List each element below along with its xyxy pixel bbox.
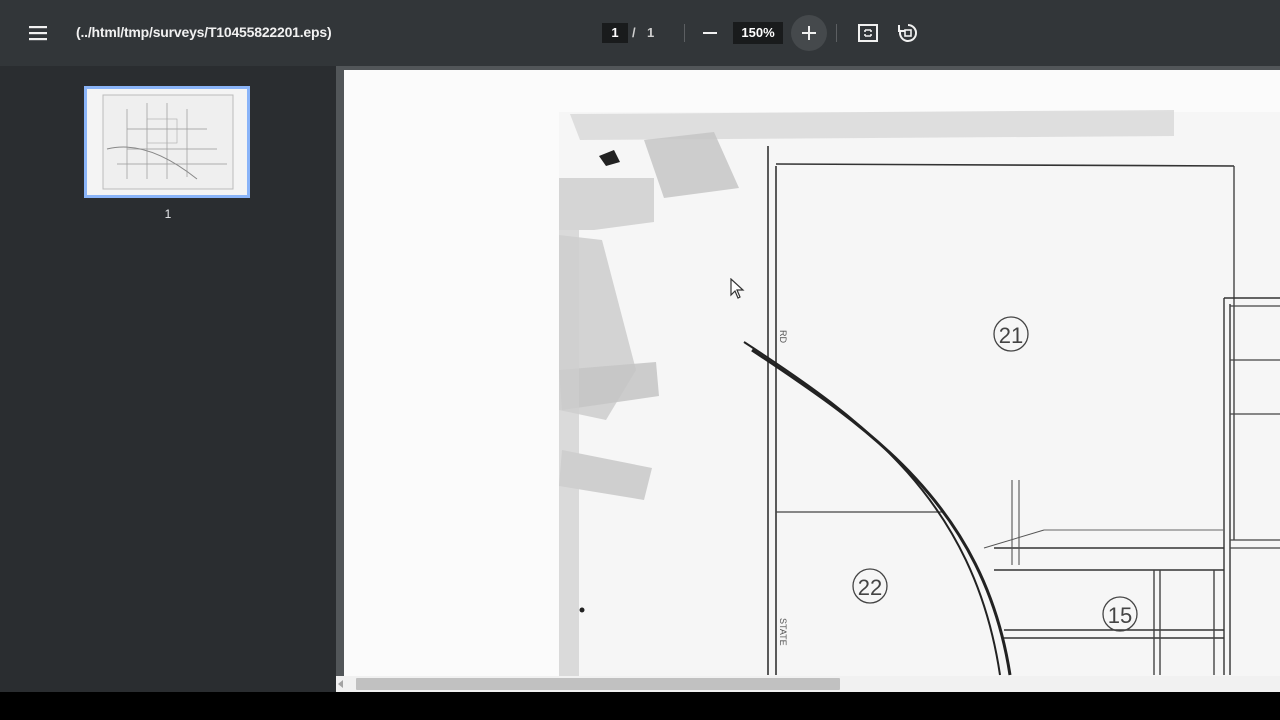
road-label: RD xyxy=(778,330,788,343)
zoom-level-input[interactable]: 150% xyxy=(733,22,783,44)
zoom-in-button[interactable] xyxy=(791,15,827,51)
menu-icon[interactable] xyxy=(26,21,50,45)
scroll-left-icon[interactable] xyxy=(338,680,343,688)
document-title: (../html/tmp/surveys/T10455822201.eps) xyxy=(76,24,332,40)
survey-map-image: 21 22 15 RD STATE xyxy=(559,110,1280,680)
road-label: STATE xyxy=(778,618,788,646)
thumbnail-image xyxy=(87,89,247,195)
plus-icon xyxy=(802,26,816,40)
rotate-icon xyxy=(898,24,917,42)
fit-page-icon xyxy=(858,24,878,42)
rotate-button[interactable] xyxy=(896,21,920,45)
section-label: 22 xyxy=(858,575,882,600)
toolbar-divider xyxy=(684,24,685,42)
minus-icon xyxy=(703,32,717,34)
bottom-bar xyxy=(0,692,1280,720)
page-separator: / xyxy=(632,25,636,40)
mouse-cursor-icon xyxy=(730,277,746,300)
thumbnail-sidebar: 1 xyxy=(0,66,336,692)
section-label: 15 xyxy=(1108,603,1132,628)
page-total: 1 xyxy=(647,25,655,40)
section-label: 21 xyxy=(999,323,1023,348)
page-thumbnail[interactable] xyxy=(84,86,250,198)
zoom-out-button[interactable] xyxy=(698,21,722,45)
scrollbar-thumb[interactable] xyxy=(356,678,840,690)
document-viewer[interactable]: 21 22 15 RD STATE xyxy=(336,66,1280,692)
page-number-input[interactable]: 1 xyxy=(602,23,628,43)
document-page: 21 22 15 RD STATE xyxy=(344,70,1280,680)
toolbar-divider xyxy=(836,24,837,42)
pdf-toolbar: (../html/tmp/surveys/T10455822201.eps) 1… xyxy=(0,0,1280,66)
thumbnail-page-number: 1 xyxy=(164,207,172,221)
horizontal-scrollbar[interactable] xyxy=(336,676,1280,692)
fit-to-page-button[interactable] xyxy=(856,21,880,45)
